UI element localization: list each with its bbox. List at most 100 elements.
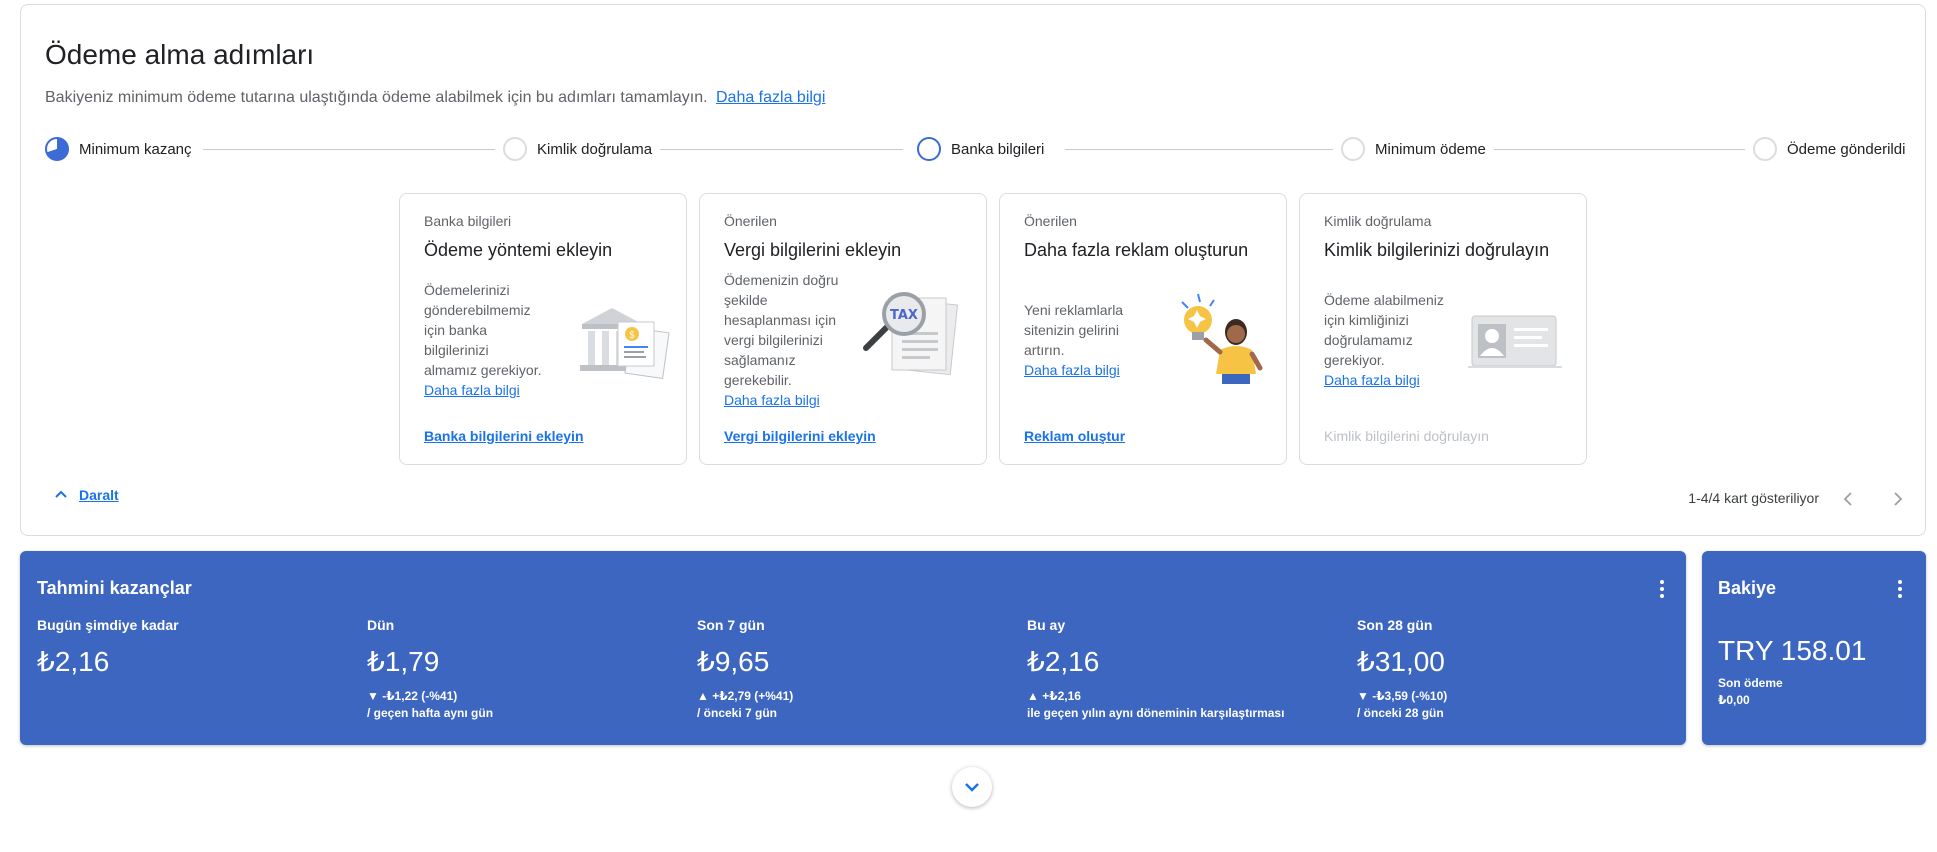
- step-label: Banka bilgileri: [951, 140, 1045, 158]
- tax-icon-label: TAX: [890, 308, 918, 323]
- card-text-line: almamız gerekiyor.: [424, 362, 542, 378]
- next-page-button[interactable]: [1883, 485, 1911, 513]
- balance-more-options-icon[interactable]: [1888, 577, 1912, 601]
- card-text-line: artırın.: [1024, 342, 1065, 358]
- step-connector: [1065, 149, 1341, 150]
- balance-title: Bakiye: [1718, 578, 1777, 598]
- step-minimum-earnings[interactable]: Minimum kazanç: [45, 133, 200, 165]
- last-payment-value: ₺0,00: [1718, 693, 1750, 707]
- step-identity-verification[interactable]: Kimlik doğrulama: [495, 133, 661, 165]
- collapse-label: Daralt: [79, 487, 119, 503]
- card-title: Daha fazla reklam oluşturun: [1024, 240, 1249, 260]
- metric-comparison: / önceki 7 gün: [697, 706, 778, 720]
- metric-comparison: / geçen hafta aynı gün: [367, 706, 494, 720]
- expand-button[interactable]: [952, 767, 992, 807]
- balance-card: Bakiye TRY 158.01 Son ödeme ₺0,00: [1702, 551, 1926, 745]
- collapse-button[interactable]: Daralt: [53, 487, 119, 503]
- metric-value: ₺1,79: [367, 646, 440, 677]
- metric-value: ₺31,00: [1357, 646, 1445, 677]
- step-active-icon: [917, 137, 941, 161]
- identity-verification-card: Kimlik doğrulama Kimlik bilgilerinizi do…: [1299, 193, 1587, 465]
- card-text-line: gönderebilmemiz: [424, 302, 531, 318]
- last-payment: Son ödeme ₺0,00: [1718, 675, 1783, 709]
- create-ads-card: Önerilen Daha fazla reklam oluşturun Yen…: [999, 193, 1287, 465]
- step-minimum-payment[interactable]: Minimum ödeme: [1333, 133, 1494, 165]
- earnings-more-options-icon[interactable]: [1650, 577, 1674, 601]
- steps-description-text: Bakiyeniz minimum ödeme tutarına ulaştığ…: [45, 89, 708, 106]
- card-text-line: Ödemenizin doğru: [724, 272, 839, 288]
- card-category: Önerilen: [724, 213, 777, 229]
- card-text-line: Ödemelerinizi: [424, 282, 510, 298]
- stepper: Minimum kazanç Kimlik doğrulama Banka bi…: [45, 133, 1917, 165]
- metric-label: Son 28 gün: [1357, 617, 1433, 633]
- card-text-line: için kimliğinizi: [1324, 312, 1409, 328]
- step-pending-icon: [1753, 137, 1777, 161]
- step-connector: [637, 149, 903, 150]
- step-bank-info[interactable]: Banka bilgileri: [909, 133, 1053, 165]
- step-pending-icon: [1341, 137, 1365, 161]
- card-learn-more-link[interactable]: Daha fazla bilgi: [1024, 360, 1164, 380]
- card-text-line: gerekiyor.: [1324, 352, 1385, 368]
- card-text-line: Yeni reklamlarla: [1024, 302, 1124, 318]
- card-body: Yeni reklamlarla sitenizin gelirini artı…: [1024, 300, 1164, 380]
- bank-icon: $: [580, 308, 670, 379]
- card-body: Ödeme alabilmeniz için kimliğinizi doğru…: [1324, 290, 1464, 390]
- pager-status: 1-4/4 kart gösteriliyor: [1688, 490, 1819, 506]
- card-title: Kimlik bilgilerinizi doğrulayın: [1324, 240, 1550, 260]
- steps-description: Bakiyeniz minimum ödeme tutarına ulaştığ…: [45, 89, 825, 107]
- metric-value: ₺9,65: [697, 646, 770, 677]
- add-bank-info-button[interactable]: Banka bilgilerini ekleyin: [424, 428, 584, 444]
- tax-icon: TAX: [863, 292, 959, 376]
- metric-delta: ▲ +₺2,16 ile geçen yılın aynı döneminin …: [1027, 688, 1347, 722]
- step-label: Kimlik doğrulama: [537, 140, 653, 158]
- step-connector: [203, 149, 501, 150]
- verify-identity-button[interactable]: Kimlik bilgilerini doğrulayın: [1324, 428, 1489, 444]
- step-label: Minimum ödeme: [1375, 140, 1486, 158]
- step-payment-sent[interactable]: Ödeme gönderildi: [1745, 133, 1906, 165]
- metric-yesterday: Dün ₺1,79 ▼ -₺1,22 (-%41) / geçen hafta …: [367, 617, 687, 722]
- card-body: Ödemelerinizi gönderebilmemiz için banka…: [424, 280, 564, 400]
- create-ad-button[interactable]: Reklam oluştur: [1024, 428, 1125, 444]
- recommendation-cards: Banka bilgileri Ödeme yöntemi ekleyin Öd…: [399, 193, 1589, 465]
- card-text-line: doğrulamamız: [1324, 332, 1413, 348]
- card-text-line: için banka: [424, 322, 488, 338]
- metric-comparison: / önceki 28 gün: [1357, 706, 1444, 720]
- step-label: Minimum kazanç: [79, 140, 192, 158]
- card-text-line: gerekebilir.: [724, 372, 792, 388]
- metric-delta: ▼ -₺3,59 (-%10) / önceki 28 gün: [1357, 688, 1677, 722]
- metric-change: ▲ +₺2,79 (+%41): [697, 689, 794, 703]
- page-title: Ödeme alma adımları: [45, 39, 315, 70]
- card-learn-more-link[interactable]: Daha fazla bilgi: [424, 380, 564, 400]
- learn-more-link[interactable]: Daha fazla bilgi: [716, 89, 825, 106]
- earnings-title: Tahmini kazançlar: [37, 578, 192, 598]
- card-learn-more-link[interactable]: Daha fazla bilgi: [1324, 370, 1464, 390]
- chevron-left-icon: [1843, 492, 1852, 506]
- metric-label: Bugün şimdiye kadar: [37, 617, 179, 633]
- metric-label: Son 7 gün: [697, 617, 765, 633]
- previous-page-button[interactable]: [1835, 485, 1863, 513]
- idea-person-icon: [1181, 293, 1263, 384]
- metric-last-7-days: Son 7 gün ₺9,65 ▲ +₺2,79 (+%41) / önceki…: [697, 617, 1017, 722]
- card-text-line: sitenizin gelirini: [1024, 322, 1119, 338]
- card-text-line: hesaplanması için: [724, 312, 837, 328]
- card-category: Önerilen: [1024, 213, 1077, 229]
- chevron-down-icon: [965, 783, 979, 792]
- payment-steps-card: Ödeme alma adımları Bakiyeniz minimum öd…: [20, 4, 1926, 536]
- card-text-line: şekilde: [724, 292, 768, 308]
- card-category: Kimlik doğrulama: [1324, 213, 1432, 229]
- step-label: Ödeme gönderildi: [1787, 140, 1906, 158]
- metric-value: ₺2,16: [1027, 646, 1100, 677]
- id-card-icon: [1468, 315, 1562, 368]
- metric-today: Bugün şimdiye kadar ₺2,16: [37, 617, 357, 678]
- card-text-line: bilgilerinizi: [424, 342, 489, 358]
- chevron-up-icon: [55, 490, 67, 498]
- step-connector: [1475, 149, 1751, 150]
- card-body: Ödemenizin doğru şekilde hesaplanması iç…: [724, 270, 854, 410]
- add-tax-info-button[interactable]: Vergi bilgilerini ekleyin: [724, 428, 876, 444]
- estimated-earnings-card: Tahmini kazançlar Bugün şimdiye kadar ₺2…: [20, 551, 1686, 745]
- card-learn-more-link[interactable]: Daha fazla bilgi: [724, 390, 854, 410]
- chevron-right-icon: [1894, 492, 1903, 506]
- metric-label: Bu ay: [1027, 617, 1066, 633]
- metric-change: ▼ -₺3,59 (-%10): [1357, 689, 1448, 703]
- step-progress-icon: [45, 137, 69, 161]
